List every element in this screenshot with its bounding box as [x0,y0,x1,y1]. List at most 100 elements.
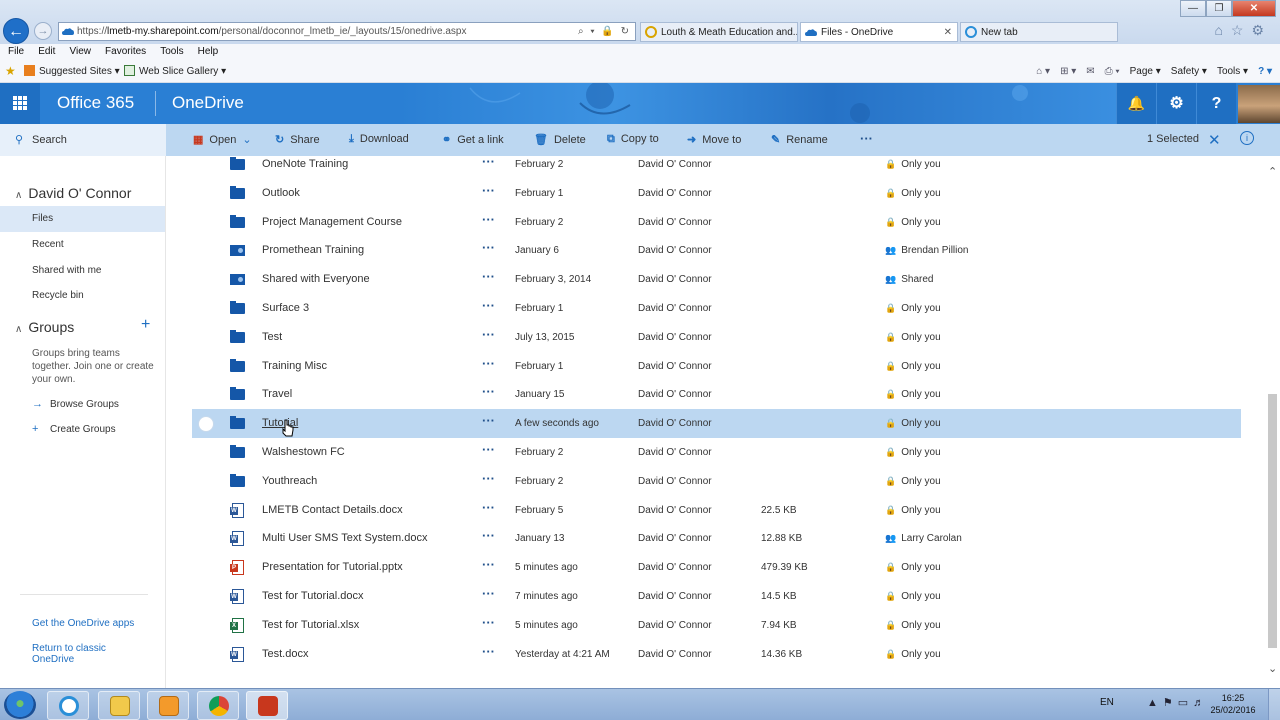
file-name[interactable]: Project Management Course [262,216,402,228]
file-row[interactable]: Surface 3 ··· February 1 David O' Connor 🔒 On… [192,294,1241,323]
rename-button[interactable]: ✎ Rename [771,133,828,146]
minimize-button[interactable]: — [1180,0,1206,17]
file-name[interactable]: Test.docx [262,648,308,660]
file-name[interactable]: Shared with Everyone [262,273,370,285]
menu-help[interactable]: Help [198,44,219,60]
share-button[interactable]: ↻ Share [275,133,320,146]
scroll-up-icon[interactable]: ⌃ [1268,165,1277,178]
more-actions-icon[interactable]: ··· [482,500,495,515]
more-actions-icon[interactable]: ··· [482,644,495,659]
download-button[interactable]: ⤓ Download [349,133,409,146]
tab-new[interactable]: New tab [960,22,1118,42]
sidebar-item-recent[interactable]: Recent [0,232,165,258]
mail-icon[interactable]: ✉ [1086,65,1094,79]
help-menu[interactable]: ? ▾ [1258,65,1272,79]
more-actions-icon[interactable]: ··· [482,384,495,399]
file-name[interactable]: LMETB Contact Details.docx [262,504,403,516]
scrollbar[interactable]: ⌃ ⌄ [1266,156,1280,688]
file-name[interactable]: Training Misc [262,360,327,372]
tray-icons[interactable]: ▲⚑▭♬ [1147,696,1209,709]
more-actions-icon[interactable]: ··· [482,356,495,371]
favorites-star-icon[interactable]: ★ [5,64,16,78]
menu-view[interactable]: View [69,44,91,60]
more-actions-icon[interactable]: ··· [482,212,495,227]
file-row[interactable]: Tutorial ··· A few seconds ago David O' Con… [192,409,1241,439]
more-actions-icon[interactable]: ··· [482,557,495,572]
file-name[interactable]: Test for Tutorial.docx [262,590,364,602]
onedrive-app-title[interactable]: OneDrive [172,93,244,113]
clock[interactable]: 16:25 25/02/2016 [1210,692,1256,716]
forward-button[interactable]: → [34,22,52,40]
avatar[interactable] [1238,85,1280,123]
file-row[interactable]: Walshestown FC ··· February 2 David O' Conn… [192,438,1241,467]
home-icon[interactable]: ⌂ ▾ [1036,65,1050,79]
open-button[interactable]: ▦ Open ⌄ [193,133,252,146]
sidebar-item-shared[interactable]: Shared with me [0,258,165,284]
file-row[interactable]: Test.docx ··· Yesterday at 4:21 AM David O'… [192,640,1241,669]
tools-menu[interactable]: Tools ▾ [1217,65,1248,79]
start-button[interactable] [4,691,36,719]
scroll-down-icon[interactable]: ⌄ [1268,662,1277,675]
taskbar-explorer[interactable] [98,691,140,720]
notifications-button[interactable]: 🔔 [1116,83,1156,124]
settings-button[interactable]: ⚙ [1156,83,1196,124]
file-row[interactable]: Test for Tutorial.xlsx ··· 5 minutes ago Da… [192,611,1241,640]
address-bar[interactable]: https://lmetb-my.sharepoint.com/personal… [58,22,636,41]
print-icon[interactable]: ⎙ ▾ [1105,65,1120,79]
web-slice-gallery-link[interactable]: Web Slice Gallery ▾ [124,65,226,79]
tab-close-icon[interactable]: ✕ [944,23,952,41]
taskbar-chrome[interactable] [197,691,239,720]
file-row[interactable]: Project Management Course ··· February 2 Da… [192,208,1241,237]
safety-menu[interactable]: Safety ▾ [1171,65,1207,79]
search-box[interactable]: ⚲ Search [0,124,166,156]
maximize-button[interactable]: ❐ [1206,0,1232,17]
menu-file[interactable]: File [8,44,24,60]
tab-louth-meath[interactable]: Louth & Meath Education and... [640,22,798,42]
file-name[interactable]: Travel [262,388,292,400]
file-name[interactable]: Surface 3 [262,302,309,314]
more-actions-icon[interactable]: ··· [482,586,495,601]
more-actions-icon[interactable]: ··· [482,327,495,342]
tab-files-onedrive[interactable]: Files - OneDrive ✕ [800,22,958,42]
taskbar-ie[interactable] [47,691,89,720]
more-actions-icon[interactable]: ··· [482,156,495,169]
file-name[interactable]: Test for Tutorial.xlsx [262,619,359,631]
get-apps-link[interactable]: Get the OneDrive apps [32,618,134,629]
sidebar-item-files[interactable]: Files [0,206,165,232]
taskbar-media[interactable] [147,691,189,720]
more-actions-icon[interactable]: ··· [482,413,495,428]
scrollbar-thumb[interactable] [1268,394,1277,648]
app-launcher-button[interactable] [0,83,40,124]
file-row[interactable]: Training Misc ··· February 1 David O' Conno… [192,352,1241,381]
more-commands-button[interactable]: ··· [860,131,873,146]
row-checkbox[interactable] [198,416,214,433]
suggested-sites-link[interactable]: Suggested Sites ▾ [24,65,120,79]
more-actions-icon[interactable]: ··· [482,183,495,198]
user-section-header[interactable]: ∧ David O' Connor [15,185,131,201]
get-link-button[interactable]: ⚭ Get a link [442,133,504,146]
copy-to-button[interactable]: ⧉ Copy to [607,133,659,146]
file-row[interactable]: Youthreach ··· February 2 David O' Connor 🔒 O… [192,467,1241,496]
sidebar-item-recycle-bin[interactable]: Recycle bin [0,283,165,309]
file-row[interactable]: Travel ··· January 15 David O' Connor 🔒 Only … [192,380,1241,409]
feeds-icon[interactable]: ⊞ ▾ [1060,65,1076,79]
return-classic-link[interactable]: Return to classic OneDrive [32,643,122,665]
file-name[interactable]: OneNote Training [262,158,348,170]
help-button[interactable]: ? [1196,83,1236,124]
address-bar-icons[interactable]: ⌕ ▾ 🔒 ↻ [578,23,631,40]
more-actions-icon[interactable]: ··· [482,240,495,255]
file-row[interactable]: Test for Tutorial.docx ··· 7 minutes ago Da… [192,582,1241,611]
file-name[interactable]: Walshestown FC [262,446,345,458]
show-desktop-button[interactable] [1268,689,1280,720]
more-actions-icon[interactable]: ··· [482,442,495,457]
more-actions-icon[interactable]: ··· [482,615,495,630]
file-name[interactable]: Multi User SMS Text System.docx [262,532,427,544]
move-to-button[interactable]: ➜ Move to [687,133,741,146]
file-row[interactable]: Multi User SMS Text System.docx ··· Januar… [192,524,1241,553]
more-actions-icon[interactable]: ··· [482,298,495,313]
file-row[interactable]: Promethean Training ··· January 6 David O' … [192,236,1241,265]
browse-groups-link[interactable]: → Browse Groups [32,398,119,410]
info-pane-icon[interactable]: i [1240,131,1254,145]
file-name[interactable]: Promethean Training [262,244,364,256]
back-button[interactable]: ← [3,18,29,44]
